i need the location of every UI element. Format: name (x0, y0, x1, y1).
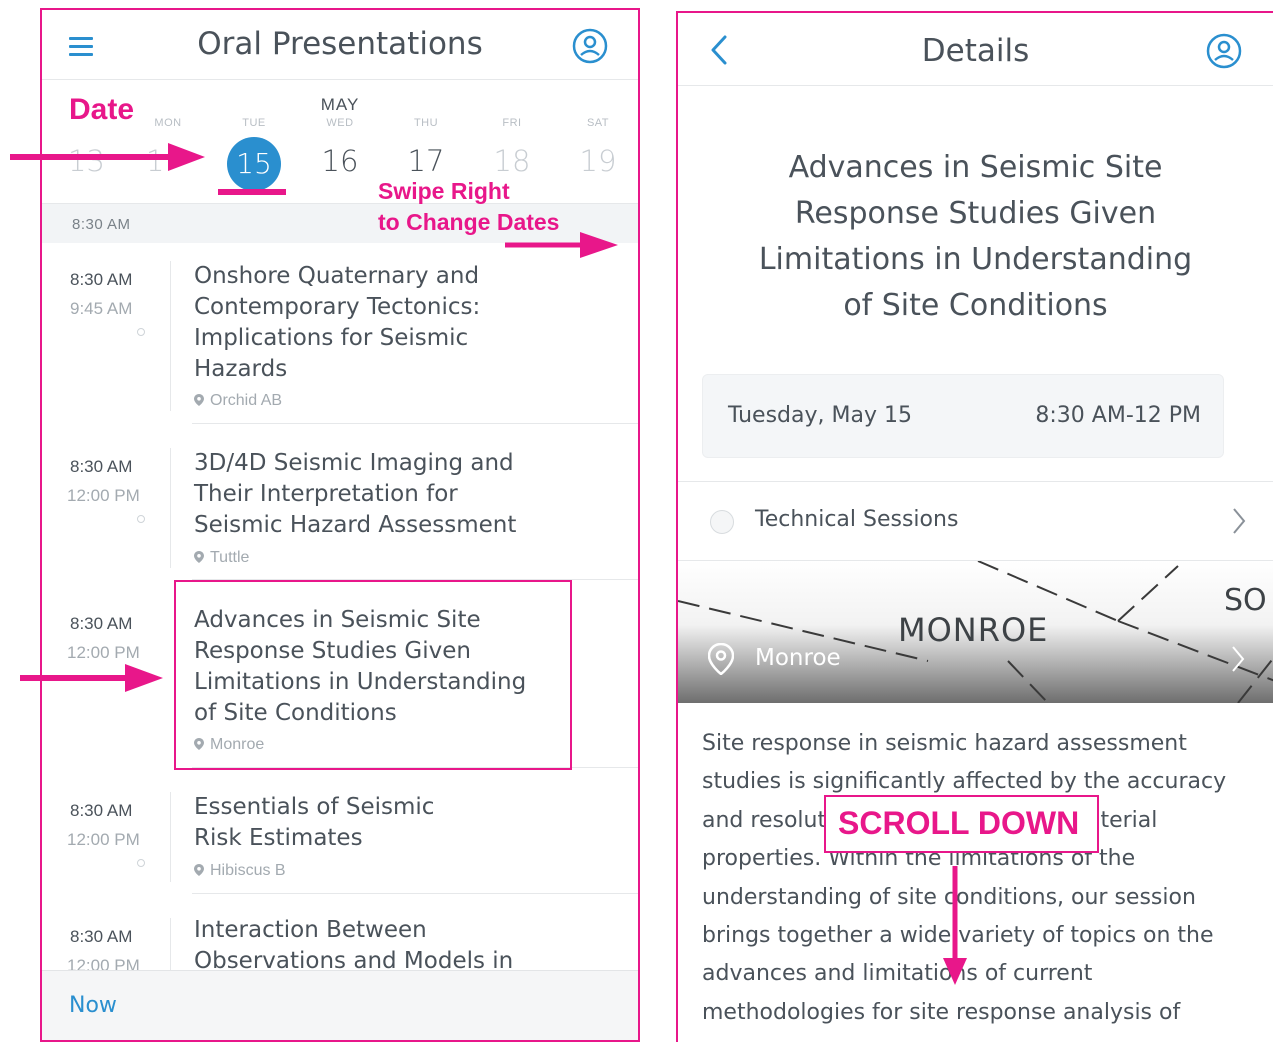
now-button[interactable]: Now (69, 993, 117, 1018)
location-pin-icon (194, 551, 204, 563)
divider (170, 448, 171, 568)
location-pin-icon (194, 394, 204, 406)
status-dot-icon (137, 328, 145, 336)
swipe-annotation-label: Swipe Right to Change Dates (378, 178, 560, 235)
list-item[interactable]: 8:30 AM 12:00 PM 3D/4D Seismic Imaging a… (42, 443, 638, 583)
time-section-label: 8:30 AM (72, 216, 131, 233)
session-location: Hibiscus B (194, 862, 286, 880)
day-mon[interactable]: MON 13 1 (68, 117, 198, 178)
map-location-label: Monroe (755, 645, 841, 671)
highlight-box (174, 580, 572, 770)
session-title: 3D/4D Seismic Imaging and Their Interpre… (194, 450, 517, 538)
day-thu[interactable]: THU 17 (396, 117, 456, 179)
session-title: Essentials of Seismic Risk Estimates (194, 794, 435, 851)
day-number: 17 (407, 144, 445, 178)
end-time: 9:45 AM (70, 299, 133, 318)
list-item[interactable]: 8:30 AM 9:45 AM Onshore Quaternary and C… (42, 256, 638, 426)
day-of-week: THU (413, 117, 439, 129)
day-of-week: TUE (242, 117, 266, 129)
session-title: Onshore Quaternary and Contemporary Tect… (194, 263, 481, 382)
left-screen: Oral Presentations MAY MON 13 1 TUE 15 W… (40, 8, 640, 1042)
day-number: 16 (321, 144, 359, 178)
end-time: 12:00 PM (67, 643, 140, 662)
divider (192, 893, 638, 894)
day-number: 13 (68, 144, 105, 178)
end-time: 12:00 PM (67, 830, 140, 849)
date-annotation-label: Date (69, 93, 135, 126)
start-time: 8:30 AM (70, 927, 133, 946)
start-time: 8:30 AM (70, 614, 133, 633)
day-tue[interactable]: TUE 15 (224, 117, 284, 191)
status-dot-icon (137, 515, 145, 523)
day-number: 1 (146, 144, 165, 178)
divider (170, 792, 171, 882)
session-location: Orchid AB (194, 392, 282, 410)
divider (170, 261, 171, 411)
page-title: Oral Presentations (197, 26, 483, 62)
day-wed[interactable]: WED 16 (310, 117, 370, 179)
divider (192, 423, 638, 424)
day-number: 19 (579, 144, 617, 178)
start-time: 8:30 AM (70, 801, 133, 820)
header: Oral Presentations (42, 10, 638, 80)
day-sat[interactable]: SAT 19 (568, 117, 628, 179)
day-of-week: MON (154, 117, 182, 129)
list-item[interactable]: 8:30 AM 12:00 PM Essentials of Seismic R… (42, 787, 638, 897)
day-of-week: SAT (586, 117, 610, 129)
profile-icon[interactable] (572, 28, 608, 64)
day-of-week: WED (326, 117, 354, 129)
track-row[interactable]: Technical Sessions (678, 481, 1273, 561)
selected-date-underline (218, 189, 286, 195)
profile-icon[interactable] (1206, 33, 1242, 69)
map-partial-label: SO (1224, 583, 1267, 618)
day-fri[interactable]: FRI 18 (482, 117, 542, 179)
location-pin-icon (708, 643, 734, 675)
session-detail-title: Advances in Seismic Site Response Studie… (758, 150, 1193, 323)
bottom-bar: Now (42, 970, 638, 1040)
end-time: 12:00 PM (67, 486, 140, 505)
session-date: Tuesday, May 15 (728, 403, 912, 428)
date-time-card: Tuesday, May 15 8:30 AM-12 PM (702, 374, 1224, 458)
status-dot-icon (137, 859, 145, 867)
divider (170, 918, 171, 978)
map-room-label: MONROE (898, 611, 1049, 649)
track-label: Technical Sessions (755, 507, 959, 532)
session-description: Site response in seismic hazard assessme… (702, 731, 1227, 1025)
scroll-annotation-box: SCROLL DOWN (824, 795, 1099, 853)
chevron-right-icon (1232, 646, 1245, 672)
page-title: Details (921, 33, 1030, 69)
track-color-icon (710, 510, 734, 534)
location-pin-icon (194, 864, 204, 876)
start-time: 8:30 AM (70, 457, 133, 476)
selected-day-number: 15 (227, 137, 281, 191)
session-time: 8:30 AM-12 PM (1035, 403, 1201, 428)
start-time: 8:30 AM (70, 270, 133, 289)
chevron-right-icon (1233, 508, 1246, 534)
scroll-annotation-label: SCROLL DOWN (838, 805, 1080, 841)
right-screen: Details Advances in Seismic Site Respons… (676, 11, 1273, 1042)
session-title: Interaction Between Observations and Mod… (194, 917, 514, 974)
location-map[interactable]: MONROE SO Monroe (678, 561, 1273, 703)
day-of-week: FRI (502, 117, 522, 129)
header: Details (678, 13, 1273, 86)
day-number: 18 (493, 144, 531, 178)
session-location: Tuttle (194, 549, 249, 567)
